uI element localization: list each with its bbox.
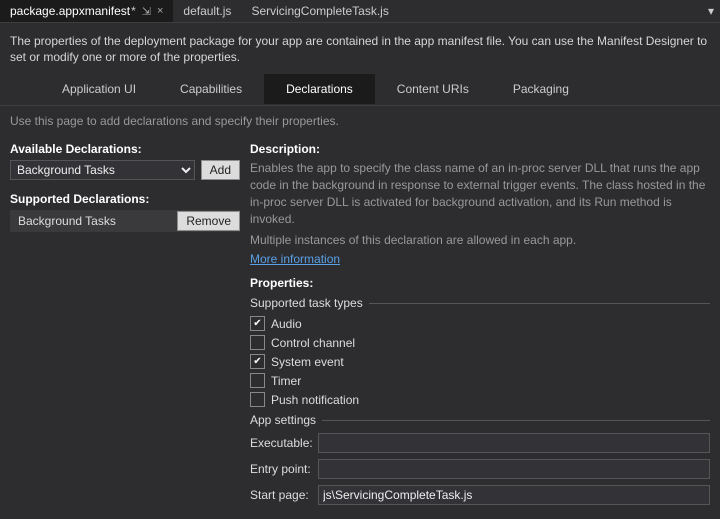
more-information-link[interactable]: More information <box>250 252 340 266</box>
supported-task-types-section: Supported task types <box>250 296 710 310</box>
designer-tabs: Application UI Capabilities Declarations… <box>0 73 720 106</box>
checkbox-label: Control channel <box>271 336 355 350</box>
executable-input[interactable] <box>318 433 710 453</box>
properties-heading: Properties: <box>250 276 710 290</box>
remove-button[interactable]: Remove <box>177 211 240 231</box>
available-declarations-select[interactable]: Background Tasks <box>10 160 195 180</box>
checkbox-label: Timer <box>271 374 301 388</box>
supported-declaration-label: Background Tasks <box>18 214 177 228</box>
section-label: Supported task types <box>250 296 363 310</box>
tab-content-uris[interactable]: Content URIs <box>375 74 491 104</box>
dirty-indicator: * <box>131 4 136 18</box>
tab-packaging[interactable]: Packaging <box>491 74 591 104</box>
checkbox-icon[interactable] <box>250 335 265 350</box>
executable-label: Executable: <box>250 436 318 450</box>
entry-point-input[interactable] <box>318 459 710 479</box>
checkbox-row-audio[interactable]: Audio <box>250 316 710 331</box>
checkbox-row-system-event[interactable]: System event <box>250 354 710 369</box>
document-tab-default[interactable]: default.js <box>173 0 241 22</box>
tab-capabilities[interactable]: Capabilities <box>158 74 264 104</box>
pin-icon[interactable]: ⇲ <box>142 5 151 18</box>
page-hint: Use this page to add declarations and sp… <box>0 106 720 142</box>
page-description: The properties of the deployment package… <box>0 23 720 73</box>
section-label: App settings <box>250 413 316 427</box>
supported-declarations-label: Supported Declarations: <box>10 192 240 206</box>
tab-declarations[interactable]: Declarations <box>264 74 375 104</box>
document-tab-manifest[interactable]: package.appxmanifest* ⇲ × <box>0 0 173 22</box>
entry-point-label: Entry point: <box>250 462 318 476</box>
description-text-1: Enables the app to specify the class nam… <box>250 160 710 227</box>
checkbox-label: System event <box>271 355 344 369</box>
tab-application-ui[interactable]: Application UI <box>40 74 158 104</box>
document-tab-strip: package.appxmanifest* ⇲ × default.js Ser… <box>0 0 720 23</box>
supported-declaration-item[interactable]: Background Tasks Remove <box>10 210 240 232</box>
checkbox-label: Audio <box>271 317 302 331</box>
description-text-2: Multiple instances of this declaration a… <box>250 232 710 249</box>
add-button[interactable]: Add <box>201 160 240 180</box>
main-area: Available Declarations: Background Tasks… <box>0 142 720 511</box>
checkbox-row-push-notification[interactable]: Push notification <box>250 392 710 407</box>
document-tab-label: package.appxmanifest <box>10 4 130 18</box>
available-declarations-label: Available Declarations: <box>10 142 240 156</box>
checkbox-icon[interactable] <box>250 316 265 331</box>
document-tab-label: default.js <box>183 4 231 18</box>
close-icon[interactable]: × <box>157 5 163 17</box>
checkbox-icon[interactable] <box>250 373 265 388</box>
checkbox-icon[interactable] <box>250 354 265 369</box>
checkbox-icon[interactable] <box>250 392 265 407</box>
section-divider <box>369 303 710 304</box>
document-tab-servicing[interactable]: ServicingCompleteTask.js <box>241 0 398 22</box>
app-settings-section: App settings <box>250 413 710 427</box>
checkbox-row-timer[interactable]: Timer <box>250 373 710 388</box>
document-tab-label: ServicingCompleteTask.js <box>251 4 388 18</box>
section-divider <box>322 420 710 421</box>
checkbox-label: Push notification <box>271 393 359 407</box>
tab-overflow-icon[interactable]: ▾ <box>702 4 720 18</box>
checkbox-row-control-channel[interactable]: Control channel <box>250 335 710 350</box>
description-heading: Description: <box>250 142 710 156</box>
start-page-input[interactable] <box>318 485 710 505</box>
start-page-label: Start page: <box>250 488 318 502</box>
